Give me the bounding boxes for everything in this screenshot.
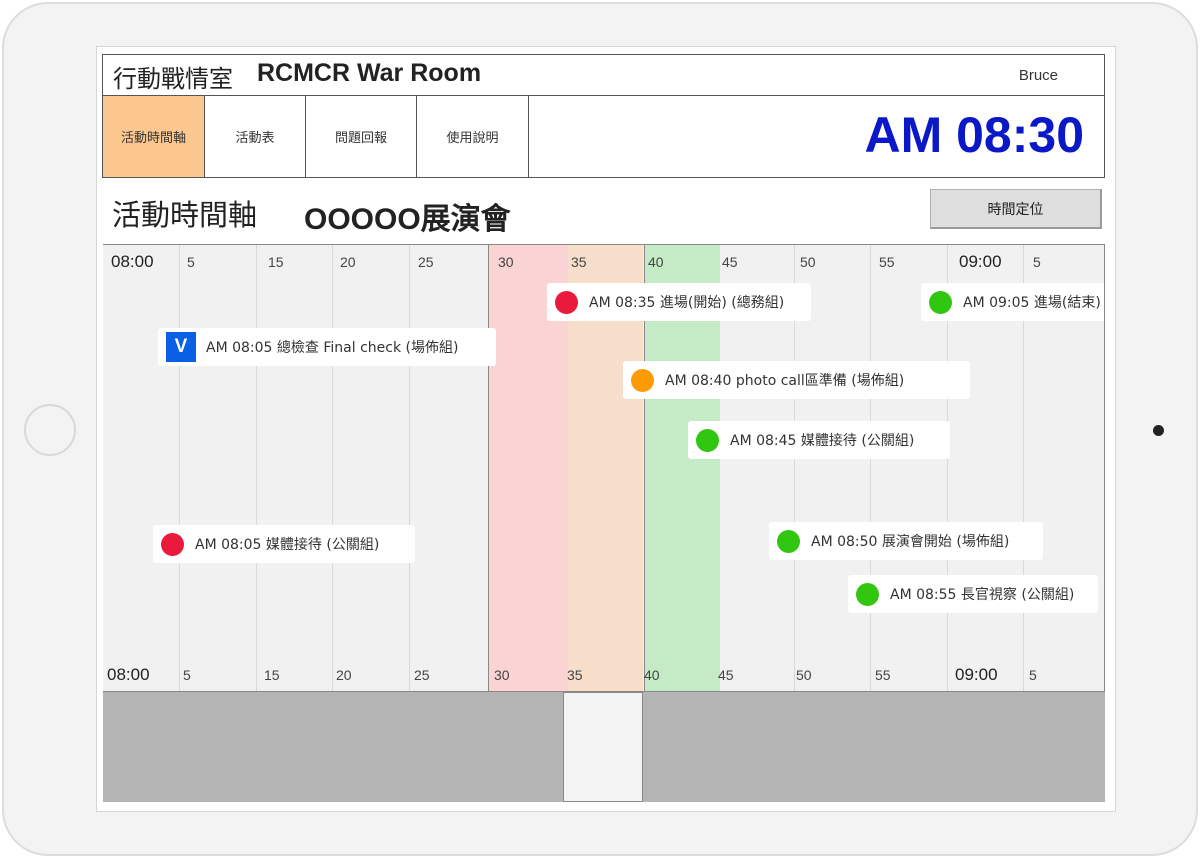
green-dot-icon: [929, 290, 952, 314]
event-card[interactable]: AM 08:45 媒體接待 (公關組): [688, 421, 950, 459]
home-button[interactable]: [24, 404, 76, 456]
tick-label: 45: [718, 667, 734, 683]
tick-label: 30: [498, 254, 514, 270]
green-dot-icon: [696, 428, 719, 452]
event-card[interactable]: AM 08:55 長官視察 (公關組): [848, 575, 1098, 613]
timeline-panel[interactable]: 08:00 5 15 20 25 30 35 40 45 50 55 09:00…: [103, 244, 1105, 691]
event-text: AM 08:45 媒體接待 (公關組): [730, 433, 915, 449]
event-text: AM 08:55 長官視察 (公關組): [890, 587, 1075, 603]
app-header: 行動戰情室 RCMCR War Room Bruce: [102, 54, 1105, 96]
green-dot-icon: [856, 582, 879, 606]
tick-label: 40: [644, 667, 660, 683]
tick-label: 55: [879, 254, 895, 270]
tick-label: 5: [183, 667, 191, 683]
green-dot-icon: [777, 529, 800, 553]
grid-line: [332, 245, 333, 691]
locate-time-button[interactable]: 時間定位: [930, 189, 1102, 229]
orange-dot-icon: [631, 368, 654, 392]
user-name[interactable]: Bruce: [1019, 67, 1058, 84]
tick-label: 50: [800, 254, 816, 270]
event-text: AM 08:50 展演會開始 (場佈組): [811, 534, 1010, 550]
tick-label: 25: [414, 667, 430, 683]
event-text: AM 08:05 媒體接待 (公關組): [195, 537, 380, 553]
red-dot-icon: [161, 532, 184, 556]
event-card[interactable]: AM 08:50 展演會開始 (場佈組): [769, 522, 1043, 560]
camera-icon: [1153, 425, 1164, 436]
grid-line: [870, 245, 871, 691]
tick-label: 35: [567, 667, 583, 683]
event-text: AM 08:05 總檢查 Final check (場佈組): [206, 340, 459, 356]
tick-label: 09:00: [959, 252, 1002, 271]
nav-bar: 活動時間軸 活動表 問題回報 使用說明 AM 08:30: [102, 96, 1105, 178]
tick-label: 15: [264, 667, 280, 683]
tick-label: 15: [268, 254, 284, 270]
app-title-en: RCMCR War Room: [257, 59, 482, 87]
check-badge-icon: V: [166, 332, 196, 362]
tick-label: 09:00: [955, 665, 998, 684]
tick-label: 08:00: [111, 252, 154, 271]
tab-activity-table[interactable]: 活動表: [205, 96, 306, 177]
minimap-viewport-handle[interactable]: [563, 692, 643, 802]
tick-label: 20: [340, 254, 356, 270]
tick-label: 08:00: [107, 665, 150, 684]
event-card[interactable]: AM 09:05 進場(結束): [921, 283, 1104, 321]
event-card[interactable]: AM 08:05 媒體接待 (公關組): [153, 525, 415, 563]
current-time-clock: AM 08:30: [864, 107, 1084, 163]
event-text: AM 09:05 進場(結束): [963, 295, 1101, 311]
timeline-minimap[interactable]: [103, 691, 1105, 802]
page-title: 活動時間軸: [112, 198, 258, 232]
tick-label: 5: [187, 254, 195, 270]
tick-label: 20: [336, 667, 352, 683]
event-card[interactable]: AM 08:40 photo call區準備 (場佈組): [623, 361, 970, 399]
event-text: AM 08:35 進場(開始) (總務組): [589, 295, 785, 311]
grid-line: [179, 245, 180, 691]
tick-label: 40: [648, 254, 664, 270]
grid-line: [409, 245, 410, 691]
event-name: OOOOO展演會: [304, 203, 511, 236]
tick-label: 25: [418, 254, 434, 270]
grid-line: [256, 245, 257, 691]
tab-timeline[interactable]: 活動時間軸: [103, 96, 205, 177]
tick-label: 55: [875, 667, 891, 683]
tick-label: 30: [494, 667, 510, 683]
event-card[interactable]: V AM 08:05 總檢查 Final check (場佈組): [158, 328, 496, 366]
tick-label: 35: [571, 254, 587, 270]
tick-label: 5: [1029, 667, 1037, 683]
tick-label: 5: [1033, 254, 1041, 270]
event-text: AM 08:40 photo call區準備 (場佈組): [665, 373, 905, 389]
tab-issue-report[interactable]: 問題回報: [306, 96, 417, 177]
app-title-cn: 行動戰情室: [113, 65, 233, 93]
red-dot-icon: [555, 290, 578, 314]
tab-instructions[interactable]: 使用說明: [417, 96, 529, 177]
event-card[interactable]: AM 08:35 進場(開始) (總務組): [547, 283, 811, 321]
tick-label: 45: [722, 254, 738, 270]
tick-label: 50: [796, 667, 812, 683]
